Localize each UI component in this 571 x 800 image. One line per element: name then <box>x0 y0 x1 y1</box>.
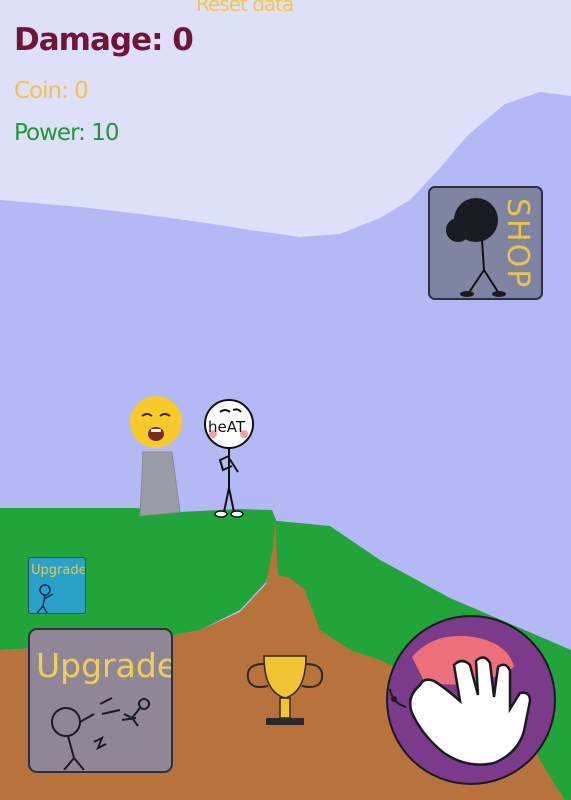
stickman-player: heAT <box>204 399 254 518</box>
shop-label: SHOP <box>500 198 535 290</box>
target-rock[interactable] <box>126 396 188 520</box>
stickman-upgrade-icon <box>36 584 54 613</box>
trophy-icon <box>246 655 324 725</box>
slap-hand-icon <box>386 615 556 785</box>
damage-counter: Damage: 0 <box>14 22 194 58</box>
player-speech-text: heAT <box>208 418 246 436</box>
big-upgrade-label: Upgrade <box>36 646 173 685</box>
coin-counter: Coin: 0 <box>14 78 89 104</box>
power-counter: Power: 10 <box>14 120 119 146</box>
reset-data-link[interactable]: Reset data <box>196 0 294 16</box>
shop-button[interactable]: SHOP <box>428 186 543 300</box>
small-upgrade-button[interactable]: Upgrade <box>28 557 86 614</box>
small-upgrade-label: Upgrade <box>31 563 86 578</box>
slap-attack-button[interactable] <box>384 613 559 788</box>
big-upgrade-button[interactable]: Upgrade <box>28 628 173 773</box>
punch-stickman-icon <box>51 697 150 770</box>
trophy-button[interactable] <box>244 652 326 728</box>
